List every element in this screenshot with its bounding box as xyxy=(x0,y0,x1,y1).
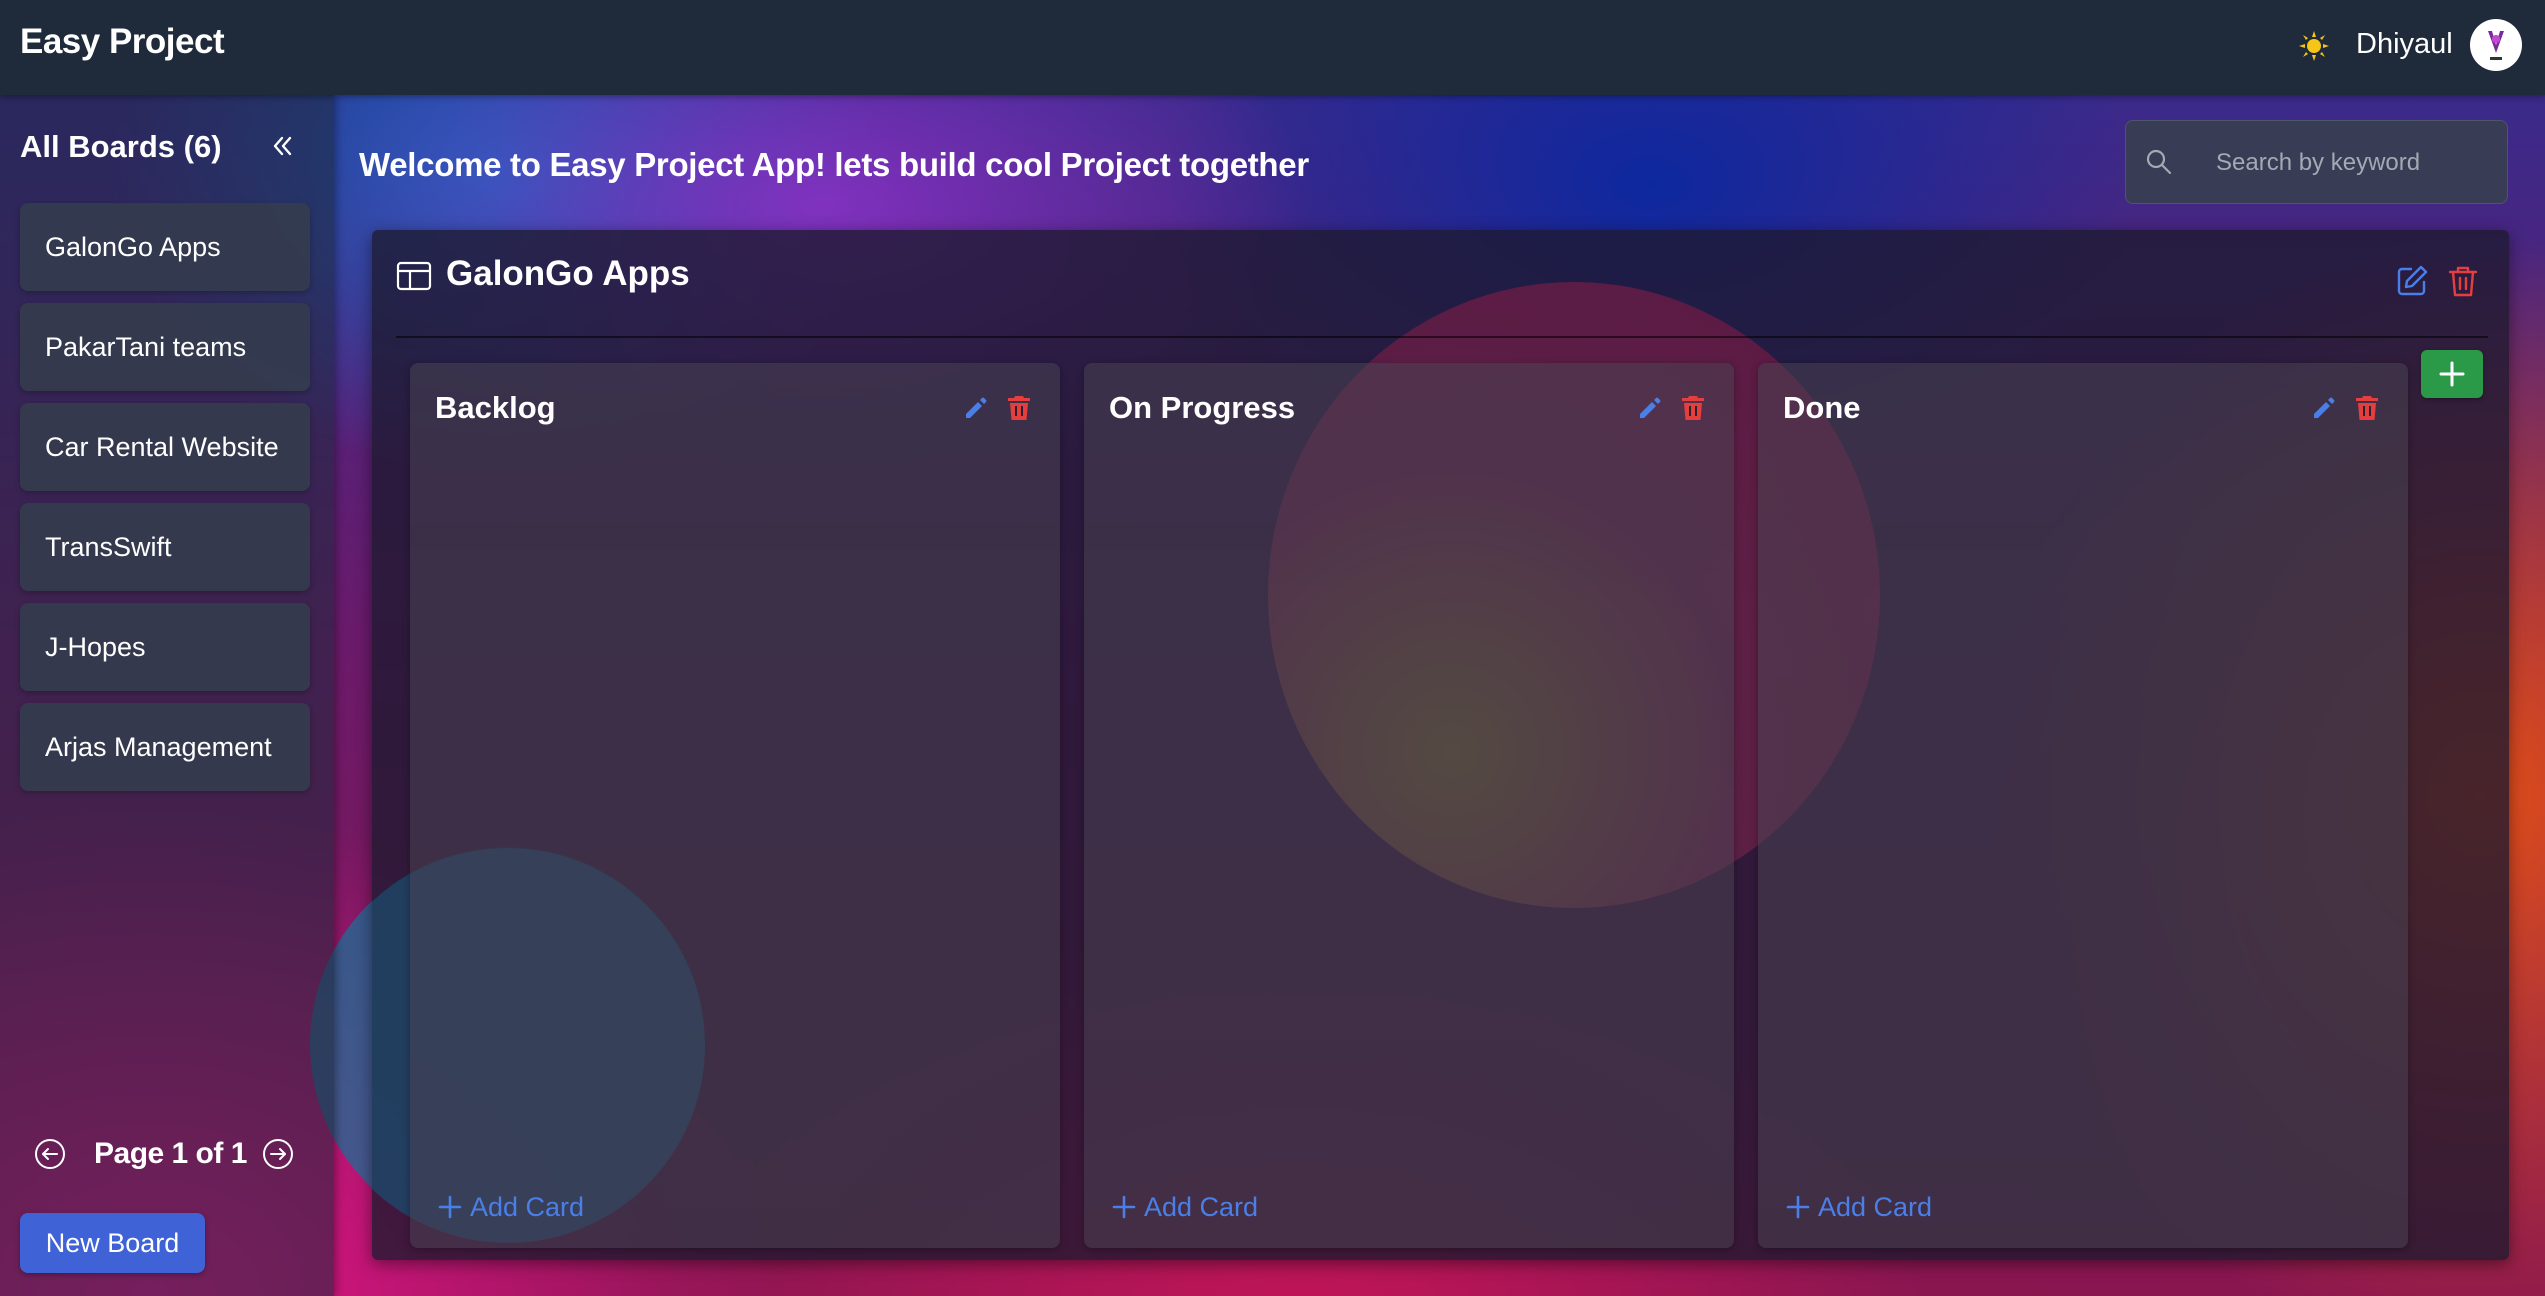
avatar[interactable] xyxy=(2470,19,2522,71)
top-navbar: Easy Project Dhiyaul xyxy=(0,0,2545,95)
trash-icon[interactable] xyxy=(2355,395,2379,421)
sidebar-item-arjas-management[interactable]: Arjas Management xyxy=(20,703,310,791)
sidebar: All Boards (6) GalonGo Apps PakarTani te… xyxy=(0,95,334,1296)
pencil-icon[interactable] xyxy=(1637,395,1663,421)
column-title: On Progress xyxy=(1109,390,1296,425)
pencil-icon[interactable] xyxy=(2311,395,2337,421)
username[interactable]: Dhiyaul xyxy=(2356,28,2453,61)
plus-icon xyxy=(438,1195,462,1219)
pencil-icon[interactable] xyxy=(963,395,989,421)
plus-icon xyxy=(1786,1195,1810,1219)
add-card-label: Add Card xyxy=(1818,1192,1933,1222)
column-title: Done xyxy=(1783,390,1861,425)
arrow-left-circle-icon[interactable] xyxy=(34,1138,66,1170)
add-column-button[interactable] xyxy=(2421,350,2483,398)
delete-board-icon[interactable] xyxy=(2447,264,2479,298)
plus-icon xyxy=(2439,361,2465,387)
sidebar-item-galongo-apps[interactable]: GalonGo Apps xyxy=(20,203,310,291)
sidebar-item-transswift[interactable]: TransSwift xyxy=(20,503,310,591)
sidebar-item-car-rental-website[interactable]: Car Rental Website xyxy=(20,403,310,491)
board-title: GalonGo Apps xyxy=(446,254,690,293)
arrow-right-circle-icon[interactable] xyxy=(262,1138,294,1170)
column-title: Backlog xyxy=(435,390,556,425)
search-icon xyxy=(2144,147,2174,177)
column-done: Done Add Card xyxy=(1758,363,2408,1248)
edit-board-icon[interactable] xyxy=(2395,264,2429,298)
board-layout-icon xyxy=(396,260,432,292)
add-card-label: Add Card xyxy=(470,1192,585,1222)
sidebar-item-j-hopes[interactable]: J-Hopes xyxy=(20,603,310,691)
search-input[interactable] xyxy=(2214,121,2498,205)
welcome-heading: Welcome to Easy Project App! lets build … xyxy=(359,146,1309,183)
plus-icon xyxy=(1112,1195,1136,1219)
column-backlog: Backlog Add Card xyxy=(410,363,1060,1248)
add-card-button[interactable]: Add Card xyxy=(1786,1192,1932,1226)
column-on-progress: On Progress Add Card xyxy=(1084,363,1734,1248)
trash-icon[interactable] xyxy=(1681,395,1705,421)
divider xyxy=(396,336,2488,338)
board-panel: GalonGo Apps Backlog Add Card On Progres… xyxy=(372,230,2509,1260)
sidebar-item-pakartani-teams[interactable]: PakarTani teams xyxy=(20,303,310,391)
sun-icon[interactable] xyxy=(2298,30,2330,62)
add-card-label: Add Card xyxy=(1144,1192,1259,1222)
app-brand[interactable]: Easy Project xyxy=(20,22,225,62)
search-box xyxy=(2125,120,2508,205)
add-card-button[interactable]: Add Card xyxy=(1112,1192,1258,1226)
new-board-button[interactable]: New Board xyxy=(20,1213,205,1273)
sidebar-title: All Boards (6) xyxy=(20,129,222,164)
double-chevron-left-icon[interactable] xyxy=(268,132,296,160)
add-card-button[interactable]: Add Card xyxy=(438,1192,584,1226)
pagination: Page 1 of 1 xyxy=(34,1135,304,1175)
page-indicator: Page 1 of 1 xyxy=(94,1137,247,1170)
trash-icon[interactable] xyxy=(1007,395,1031,421)
